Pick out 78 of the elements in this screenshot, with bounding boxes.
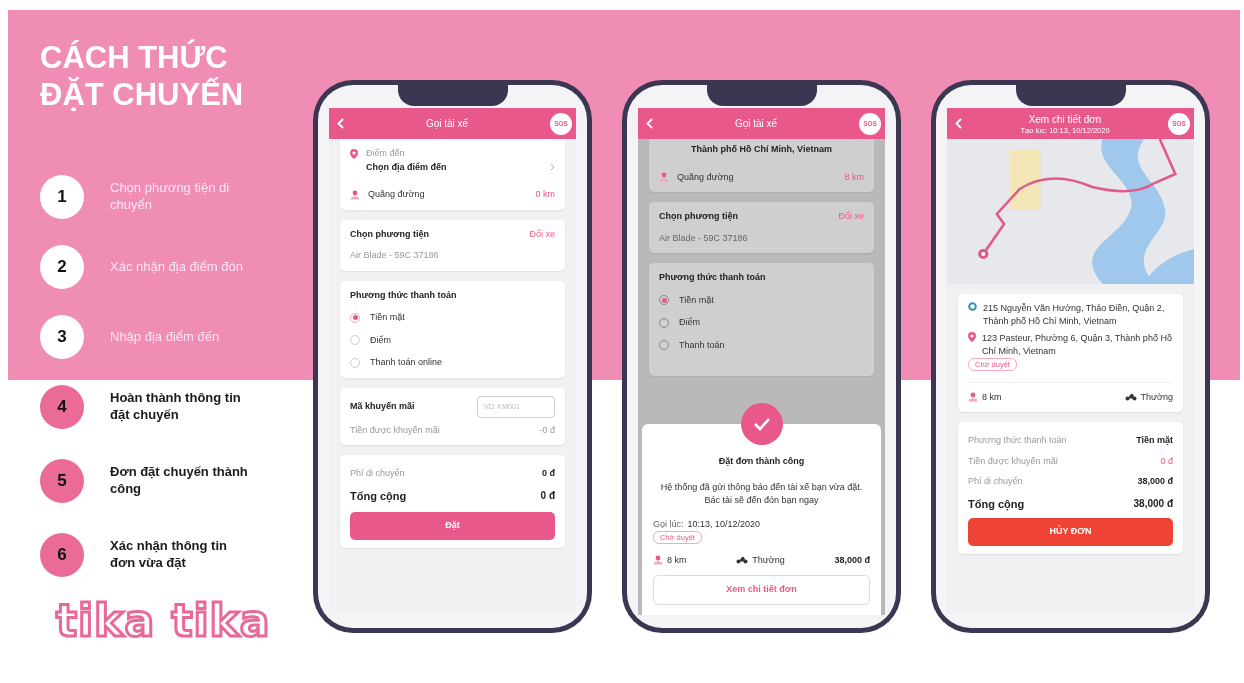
heading-line: ĐẶT CHUYẾN [40, 76, 245, 114]
change-vehicle-link[interactable]: Đổi xe [529, 227, 555, 241]
step-label: Chọn phương tiện di chuyển [110, 180, 231, 215]
field-value: 10:13, 10/12/2020 [687, 517, 761, 531]
field-value: 0 đ [1160, 454, 1173, 468]
back-icon[interactable] [337, 118, 344, 129]
field-label: Phí di chuyển [968, 475, 1023, 489]
back-icon[interactable] [646, 118, 653, 129]
dialog-message: Hệ thống đã gửi thông báo đến tài xế bạn vừa đặt. Bác tài sẽ đến đón bạn ngay [659, 480, 864, 507]
motorbike-icon [1124, 393, 1137, 402]
field-value: 0 km [535, 188, 555, 201]
service-type: Thường [752, 553, 785, 567]
option-label: Điểm [370, 333, 391, 347]
cancel-order-button[interactable]: HỦY ĐƠN [968, 518, 1173, 547]
heading-line: CÁCH THỨC [40, 40, 229, 77]
field-label: Điểm đến [366, 147, 405, 160]
field-label: Chọn phương tiện [350, 227, 429, 241]
step-label: Nhập địa điểm đến [110, 328, 221, 346]
back-icon[interactable] [955, 118, 962, 129]
dropoff-address: 123 Pasteur, Phường 6, Quận 3, Thành phố Hồ Chí Minh, Vietnam [982, 332, 1173, 359]
step-number: 6 [40, 533, 84, 578]
book-button[interactable]: Đặt [350, 512, 555, 540]
distance-pin-icon [659, 172, 669, 183]
section-title: Phương thức thanh toán [659, 271, 767, 284]
option-label: Tiền mặt [370, 311, 405, 324]
distance-pin-icon [350, 189, 360, 200]
field-value: 38,000 đ [1137, 475, 1173, 489]
location-pin-icon [350, 148, 358, 159]
change-vehicle-link[interactable]: Đổi xe [838, 210, 864, 224]
step-label: Đơn đặt chuyến thành công [110, 464, 249, 499]
option-label: Tiền mặt [679, 293, 714, 307]
field-value: 0 đ [542, 467, 555, 480]
field-label: Tổng cộng [968, 496, 1025, 513]
distance-pin-icon [968, 392, 978, 403]
price-value: 38,000 đ [834, 553, 870, 567]
service-type: Thường [1140, 390, 1173, 404]
field-label: Gọi lúc: [653, 517, 684, 531]
step-number: 5 [40, 459, 84, 504]
chevron-right-icon [550, 163, 555, 172]
vehicle-name: Air Blade - 59C 37186 [659, 231, 749, 245]
field-label: Mã khuyến mãi [350, 399, 415, 413]
field-label: Chọn phương tiện [659, 210, 738, 223]
distance-value: 8 km [667, 553, 687, 567]
field-label: Tổng cộng [350, 488, 407, 504]
distance-value: 8 km [982, 390, 1002, 404]
distance-pin-icon [653, 555, 663, 566]
field-value: 0 đ [540, 489, 555, 504]
field-label: Tiền được khuyến mãi [350, 423, 440, 437]
field-value: 8 km [844, 170, 864, 184]
pickup-address: 215 Nguyễn Văn Hưởng, Thảo Điền, Quận 2, Thành phố Hồ Chí Minh, Vietnam [983, 302, 1166, 329]
location-pin-icon [968, 332, 976, 343]
vehicle-name: Air Blade - 59C 37186 [350, 249, 440, 262]
destination-select[interactable]: Chọn địa điểm đến [366, 160, 447, 174]
screen-title: Gọi tài xế [425, 117, 469, 131]
address-text: Thành phố Hồ Chí Minh, Vietnam [690, 143, 833, 156]
field-value: -0 đ [539, 423, 555, 437]
field-value: 38,000 đ [1133, 497, 1173, 512]
field-label: Phương thức thanh toán [968, 434, 1067, 448]
section-title: Phương thức thanh toán [350, 288, 458, 302]
option-label: Thanh toán online [370, 356, 443, 369]
step-label: Hoàn thành thông tin đặt chuyến [110, 390, 242, 425]
dialog-title: Đặt đơn thành công [718, 455, 805, 468]
field-label: Tiền được khuyến mãi [968, 454, 1058, 468]
step-number: 4 [40, 385, 84, 430]
screen-title: Gọi tài xế [734, 117, 778, 131]
pickup-point-icon [968, 302, 977, 311]
option-label: Điểm [679, 316, 700, 329]
field-value: Tiền mặt [1136, 434, 1173, 448]
motorbike-icon [736, 556, 749, 565]
step-label: Xác nhận thông tin đơn vừa đặt [110, 538, 228, 573]
logo-text: tika tika [56, 599, 271, 644]
field-label: Quãng đường [368, 188, 425, 201]
field-label: Quãng đường [677, 170, 734, 184]
step-label: Xác nhận địa điểm đón [110, 258, 244, 276]
view-order-button[interactable]: Xem chi tiết đơn [653, 575, 870, 605]
screen-title: Xem chi tiết đơn [1028, 112, 1102, 127]
option-label: Thanh toán [679, 338, 725, 352]
field-label: Phí di chuyển [350, 467, 405, 480]
